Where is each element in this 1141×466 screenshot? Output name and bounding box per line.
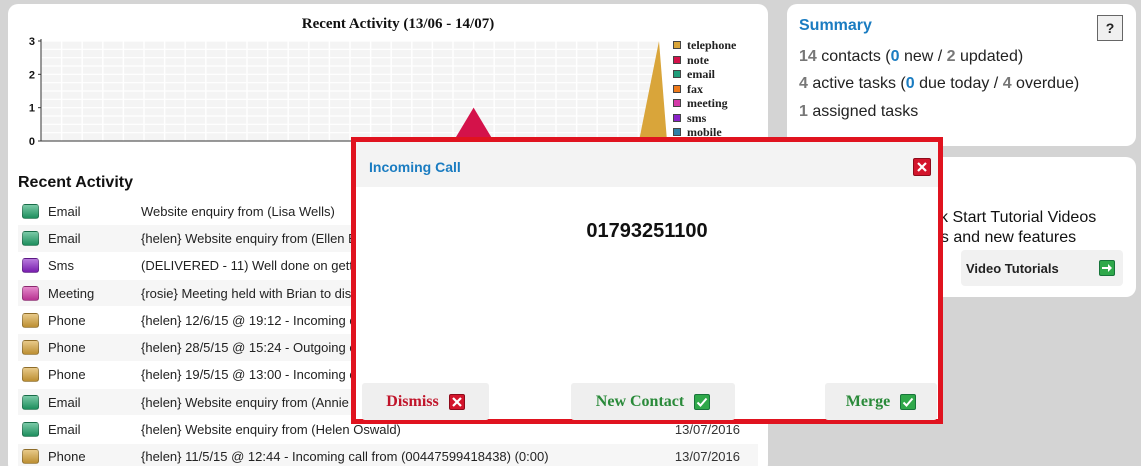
tutorial-text-line-1: ck Start Tutorial Videos xyxy=(932,209,1097,226)
activity-description[interactable]: {helen} 11/5/15 @ 12:44 - Incoming call … xyxy=(141,449,661,464)
due-text: due today / xyxy=(914,75,1003,92)
legend-entry: meeting xyxy=(673,96,736,111)
incoming-call-dialog: Incoming Call 01793251100 Dismiss New Co… xyxy=(351,137,943,424)
new-contact-button[interactable]: New Contact xyxy=(571,383,735,420)
activity-type: Meeting xyxy=(48,285,95,301)
legend-swatch xyxy=(673,84,681,93)
activity-type: Email xyxy=(48,422,81,438)
dialog-header: Incoming Call xyxy=(356,142,938,187)
legend-entry: email xyxy=(673,67,736,82)
activity-date: 13/07/2016 xyxy=(674,422,740,438)
activity-heading: Recent Activity xyxy=(18,174,133,191)
checkmark-icon xyxy=(900,393,917,410)
legend-swatch xyxy=(673,41,681,50)
activity-type-icon xyxy=(22,422,39,438)
close-icon[interactable] xyxy=(913,158,931,176)
activity-description[interactable]: {helen} Website enquiry from (Helen Oswa… xyxy=(141,422,661,437)
activity-type-icon xyxy=(22,258,39,274)
legend-entry: telephone xyxy=(673,38,736,53)
tasks-text: active tasks ( xyxy=(807,75,906,92)
activity-row[interactable]: Phone {helen} 11/5/15 @ 12:44 - Incoming … xyxy=(18,443,758,466)
summary-title: Summary xyxy=(799,17,872,34)
legend-swatch xyxy=(673,99,681,108)
legend-label: telephone xyxy=(687,38,737,52)
assigned-text: assigned tasks xyxy=(807,103,919,120)
activity-type-icon xyxy=(22,312,39,328)
assigned-summary-line: 1 assigned tasks xyxy=(799,103,918,121)
dialog-title: Incoming Call xyxy=(369,159,461,175)
legend-entry: fax xyxy=(673,82,736,97)
merge-button[interactable]: Merge xyxy=(825,383,937,420)
contacts-text: contacts ( xyxy=(816,48,891,65)
overdue-count[interactable]: 4 xyxy=(1003,75,1012,92)
legend-label: fax xyxy=(687,81,703,96)
activity-type: Phone xyxy=(48,312,86,328)
activity-type-icon xyxy=(22,340,39,356)
legend-label: meeting xyxy=(687,96,728,110)
activity-type-icon xyxy=(22,203,39,219)
updated-contacts-count[interactable]: 2 xyxy=(947,48,956,65)
activity-type: Email xyxy=(48,230,81,246)
contacts-summary-line: 14 contacts (0 new / 2 updated) xyxy=(799,48,1023,66)
merge-label: Merge xyxy=(845,392,891,410)
legend-label: email xyxy=(687,67,715,81)
arrow-right-icon xyxy=(1099,260,1115,276)
legend-entry: note xyxy=(673,53,736,68)
new-text: new / xyxy=(899,48,947,65)
activity-type-icon xyxy=(22,285,39,301)
activity-type: Email xyxy=(48,203,81,219)
assigned-tasks-count[interactable]: 1 xyxy=(799,103,808,120)
y-tick-label: 3 xyxy=(29,36,35,48)
legend-label: note xyxy=(687,52,709,67)
activity-type: Phone xyxy=(48,340,86,356)
new-contacts-count[interactable]: 0 xyxy=(891,48,900,65)
activity-type-icon xyxy=(22,394,39,410)
contacts-count[interactable]: 14 xyxy=(799,48,817,65)
tutorial-text-line-2: os and new features xyxy=(932,229,1077,246)
legend-swatch xyxy=(673,55,681,64)
y-tick-label: 2 xyxy=(29,69,35,81)
dismiss-label: Dismiss xyxy=(386,392,439,410)
cross-icon xyxy=(448,393,465,410)
activity-type-icon xyxy=(22,367,39,383)
legend-swatch xyxy=(673,113,681,122)
overdue-text: overdue) xyxy=(1011,75,1080,92)
due-today-count[interactable]: 0 xyxy=(906,75,915,92)
help-button[interactable]: ? xyxy=(1097,15,1123,41)
activity-type: Phone xyxy=(48,367,86,383)
activity-type: Email xyxy=(48,394,81,410)
activity-type: Phone xyxy=(48,449,86,465)
dismiss-button[interactable]: Dismiss xyxy=(362,383,489,420)
legend-entry: sms xyxy=(673,111,736,126)
updated-text: updated) xyxy=(955,48,1024,65)
active-tasks-count[interactable]: 4 xyxy=(799,75,808,92)
tasks-summary-line: 4 active tasks (0 due today / 4 overdue) xyxy=(799,75,1079,93)
activity-date: 13/07/2016 xyxy=(674,449,740,465)
activity-type-icon xyxy=(22,230,39,246)
chart-legend: telephone note email fax meeting sms mobile xyxy=(673,38,736,140)
activity-type-icon xyxy=(22,449,39,465)
activity-type: Sms xyxy=(48,258,74,274)
legend-label: sms xyxy=(687,110,707,125)
y-tick-label: 0 xyxy=(29,136,35,148)
summary-panel: Summary ? 14 contacts (0 new / 2 updated… xyxy=(787,4,1136,146)
legend-swatch xyxy=(673,70,681,79)
caller-number: 01793251100 xyxy=(586,220,708,242)
video-tutorials-label: Video Tutorials xyxy=(966,260,1059,276)
y-tick-label: 1 xyxy=(29,103,35,115)
checkmark-icon xyxy=(694,393,711,410)
legend-swatch xyxy=(673,128,681,137)
video-tutorials-button[interactable]: Video Tutorials xyxy=(961,250,1123,286)
new-contact-label: New Contact xyxy=(595,392,685,410)
